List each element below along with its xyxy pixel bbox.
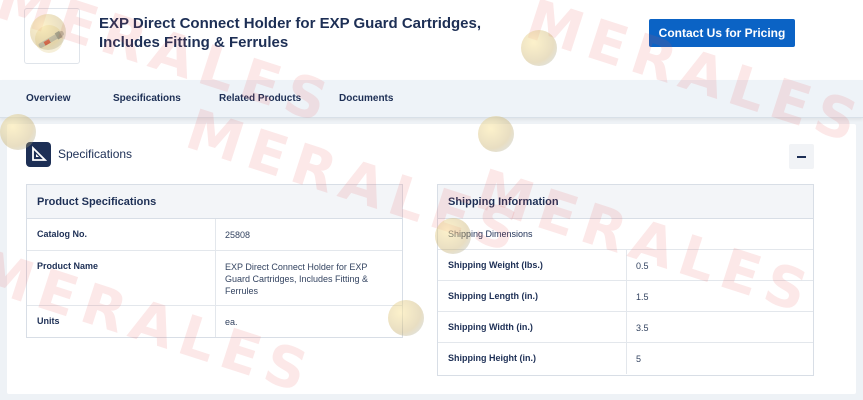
contact-pricing-button[interactable]: Contact Us for Pricing xyxy=(649,19,795,47)
spec-value: EXP Direct Connect Holder for EXP Guard … xyxy=(225,262,369,296)
product-specs-table: Product Specifications Catalog No. 25808… xyxy=(26,184,403,338)
tab-specifications[interactable]: Specifications xyxy=(113,93,181,104)
spec-label: Product Name xyxy=(37,261,99,271)
spec-value: ea. xyxy=(225,317,238,327)
tab-overview[interactable]: Overview xyxy=(26,93,70,104)
shipping-label: Shipping Weight (lbs.) xyxy=(448,260,543,270)
product-header: EXP Direct Connect Holder for EXP Guard … xyxy=(0,0,863,80)
specifications-panel: Specifications Product Specifications Ca… xyxy=(7,124,856,394)
table-row: Shipping Weight (lbs.) 0.5 xyxy=(438,250,813,281)
product-specs-header: Product Specifications xyxy=(27,185,402,219)
shipping-label: Shipping Length (in.) xyxy=(448,291,538,301)
table-row: Shipping Height (in.) 5 xyxy=(438,343,813,374)
shipping-label: Shipping Width (in.) xyxy=(448,322,533,332)
tab-documents[interactable]: Documents xyxy=(339,93,393,104)
shipping-subheader: Shipping Dimensions xyxy=(448,229,533,239)
table-row: Shipping Length (in.) 1.5 xyxy=(438,281,813,312)
shipping-value: 0.5 xyxy=(636,261,649,271)
spec-label: Units xyxy=(37,316,60,326)
table-row: Units ea. xyxy=(27,306,402,337)
spec-value: 25808 xyxy=(225,230,251,240)
table-row: Catalog No. 25808 xyxy=(27,219,402,251)
table-row: Shipping Dimensions xyxy=(438,219,813,250)
ruler-triangle-icon xyxy=(26,142,51,167)
shipping-value: 5 xyxy=(636,354,642,364)
shipping-value: 1.5 xyxy=(636,292,649,302)
shipping-label: Shipping Height (in.) xyxy=(448,353,536,363)
collapse-minus-icon[interactable] xyxy=(789,144,814,169)
shipping-value: 3.5 xyxy=(636,323,649,333)
tab-related-products[interactable]: Related Products xyxy=(219,93,301,104)
section-title: Specifications xyxy=(58,147,133,161)
table-row: Product Name EXP Direct Connect Holder f… xyxy=(27,251,402,306)
product-thumbnail[interactable] xyxy=(24,8,80,64)
shipping-info-table: Shipping Information Shipping Dimensions… xyxy=(437,184,814,376)
table-row: Shipping Width (in.) 3.5 xyxy=(438,312,813,343)
spec-label: Catalog No. xyxy=(37,229,88,239)
product-title: EXP Direct Connect Holder for EXP Guard … xyxy=(99,15,482,51)
shipping-info-header: Shipping Information xyxy=(438,185,813,219)
product-tabs: Overview Specifications Related Products… xyxy=(0,80,863,118)
